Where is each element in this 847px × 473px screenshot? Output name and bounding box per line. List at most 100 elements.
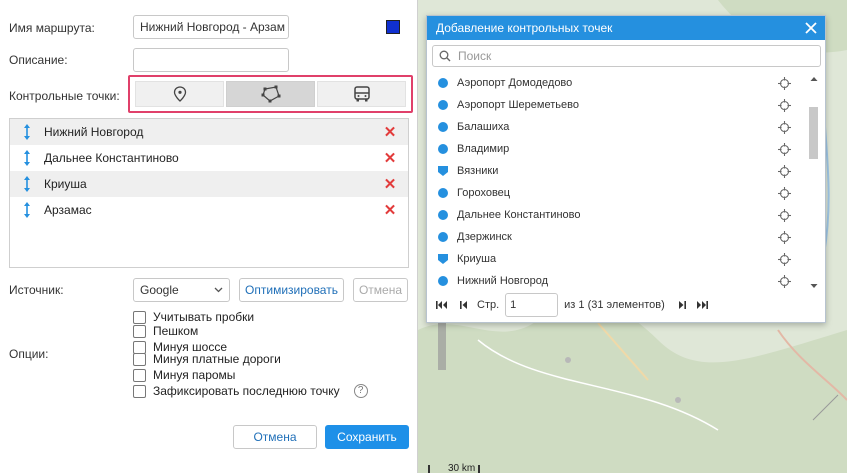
option-label: Зафиксировать последнюю точку [153,384,340,398]
checkpoint-item[interactable]: Нижний Новгород [427,270,807,291]
prev-page-icon[interactable] [457,300,471,310]
waypoint-row[interactable]: Арзамас ✕ [10,197,408,223]
option-checkbox[interactable] [133,368,146,382]
option-traffic[interactable]: Учитывать пробки [133,310,254,324]
page-input[interactable]: 1 [505,293,559,317]
checkpoint-name: Владимир [457,143,510,155]
waypoint-row[interactable]: Криуша ✕ [10,171,408,197]
waypoint-list: Нижний Новгород ✕ Дальнее Константиново … [9,118,409,268]
drag-vertical-arrows-icon[interactable] [23,201,31,219]
scrollbar-thumb[interactable] [809,107,818,159]
checkpoints-label: Контрольные точки: [9,89,120,103]
locate-crosshair-icon[interactable] [778,143,791,156]
scroll-up-icon[interactable] [807,74,821,84]
locate-crosshair-icon[interactable] [778,77,791,90]
scroll-down-icon[interactable] [807,281,821,291]
checkpoint-list-scrollbar[interactable] [807,74,821,291]
checkpoint-item[interactable]: Гороховец [427,182,807,204]
checkpoint-item[interactable]: Криуша [427,248,807,270]
checkpoint-name: Гороховец [457,187,511,199]
option-checkbox[interactable] [133,384,146,398]
checkpoint-mode-selector [128,75,413,113]
optimize-button[interactable]: Оптимизировать [239,278,344,302]
delete-waypoint-icon[interactable]: ✕ [372,149,408,167]
route-name-label: Имя маршрута: [9,21,95,35]
checkpoint-search[interactable] [432,45,821,67]
drag-vertical-arrows-icon[interactable] [23,149,31,167]
checkpoint-item[interactable]: Дальнее Константиново [427,204,807,226]
checkpoint-circle-icon [438,232,448,242]
checkpoint-flag-icon [438,166,448,176]
source-select-value: Google [140,283,179,297]
checkpoint-item[interactable]: Владимир [427,138,807,160]
add-checkpoints-dialog: Добавление контрольных точек Аэропорт До… [426,15,826,323]
polygon-icon [261,85,280,103]
checkpoint-item[interactable]: Балашиха [427,116,807,138]
checkpoint-circle-icon [438,100,448,110]
route-name-input[interactable]: Нижний Новгород - Арзам [133,15,289,39]
option-avoid-tolls[interactable]: Минуя платные дороги [133,352,281,366]
delete-waypoint-icon[interactable]: ✕ [372,123,408,141]
waypoint-name: Нижний Новгород [44,125,144,139]
bus-icon [353,86,370,102]
chevron-down-icon [214,287,223,293]
checkpoint-circle-icon [438,78,448,88]
locate-crosshair-icon[interactable] [778,165,791,178]
option-checkbox[interactable] [133,310,146,324]
last-page-icon[interactable] [695,300,709,310]
checkpoint-name: Балашиха [457,121,510,133]
checkpoint-circle-icon [438,188,448,198]
route-form: Имя маршрута: Нижний Новгород - Арзам Оп… [0,0,418,473]
locate-crosshair-icon[interactable] [778,231,791,244]
map-marker-icon [173,86,186,102]
map-scale-bar: 30 km [428,464,480,473]
undo-button[interactable]: Отмена [353,278,408,302]
checkpoint-name: Дзержинск [457,231,512,243]
checkpoint-item[interactable]: Аэропорт Домодедово [427,72,807,94]
locate-crosshair-icon[interactable] [778,187,791,200]
first-page-icon[interactable] [435,300,449,310]
save-button[interactable]: Сохранить [325,425,409,449]
checkpoint-list: Аэропорт Домодедово Аэропорт Шереметьево Б… [427,72,807,291]
description-input[interactable] [133,48,289,72]
source-select[interactable]: Google [133,278,230,302]
checkpoint-item[interactable]: Вязники [427,160,807,182]
option-fix-last-point[interactable]: Зафиксировать последнюю точку? [133,384,368,398]
cancel-button[interactable]: Отмена [233,425,317,449]
drag-vertical-arrows-icon[interactable] [23,123,31,141]
locate-crosshair-icon[interactable] [778,121,791,134]
waypoint-row[interactable]: Нижний Новгород ✕ [10,119,408,145]
checkpoint-item[interactable]: Аэропорт Шереметьево [427,94,807,116]
delete-waypoint-icon[interactable]: ✕ [372,201,408,219]
option-checkbox[interactable] [133,352,146,366]
option-avoid-ferries[interactable]: Минуя паромы [133,368,235,382]
option-walking[interactable]: Пешком [133,324,198,338]
source-label: Источник: [9,283,64,297]
option-checkbox[interactable] [133,324,146,338]
locate-crosshair-icon[interactable] [778,99,791,112]
pager: Стр. 1 из 1 (31 элементов) [435,292,709,318]
option-label: Учитывать пробки [153,310,255,324]
waypoint-row[interactable]: Дальнее Константиново ✕ [10,145,408,171]
checkpoint-name: Криуша [457,253,497,265]
checkpoint-name: Нижний Новгород [457,275,549,287]
checkpoint-item[interactable]: Дзержинск [427,226,807,248]
option-label: Пешком [153,324,199,338]
description-label: Описание: [9,53,68,67]
next-page-icon[interactable] [675,300,689,310]
drag-vertical-arrows-icon[interactable] [23,175,31,193]
checkpoint-search-input[interactable] [456,48,796,64]
locate-crosshair-icon[interactable] [778,253,791,266]
route-color-swatch[interactable] [386,20,400,34]
checkpoint-mode-bus-button[interactable] [317,81,406,107]
options-label: Опции: [9,347,49,361]
locate-crosshair-icon[interactable] [778,275,791,288]
checkpoint-mode-polygon-button[interactable] [226,81,315,107]
locate-crosshair-icon[interactable] [778,209,791,222]
waypoint-name: Криуша [44,177,87,191]
checkpoint-mode-marker-button[interactable] [135,81,224,107]
checkpoint-name: Аэропорт Домодедово [457,77,573,89]
close-icon[interactable] [803,20,819,36]
delete-waypoint-icon[interactable]: ✕ [372,175,408,193]
help-icon[interactable]: ? [353,384,368,398]
